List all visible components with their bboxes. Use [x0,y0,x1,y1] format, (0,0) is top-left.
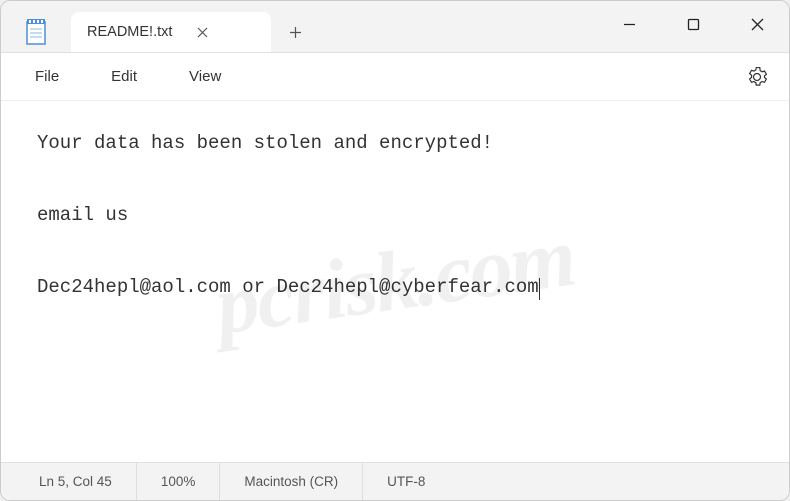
tabs-area: README!.txt [71,1,597,52]
statusbar: Ln 5, Col 45 100% Macintosh (CR) UTF-8 [1,462,789,500]
close-window-button[interactable] [725,1,789,47]
app-icon-container [1,1,71,52]
menu-view[interactable]: View [167,60,243,93]
tab-close-button[interactable] [192,22,212,42]
settings-button[interactable] [737,57,777,97]
status-position[interactable]: Ln 5, Col 45 [1,463,137,500]
menubar: File Edit View [1,53,789,101]
close-icon [751,18,764,31]
menu-edit[interactable]: Edit [89,60,159,93]
status-zoom[interactable]: 100% [137,463,221,500]
gear-icon [747,67,767,87]
notepad-app-icon [25,19,47,45]
content-line-2: email us [37,204,128,226]
minimize-icon [623,18,636,31]
content-line-3: Dec24hepl@aol.com or Dec24hepl@cyberfear… [37,276,539,298]
tab-title: README!.txt [87,24,172,40]
new-tab-button[interactable] [275,12,315,52]
close-icon [197,27,208,38]
menu-items: File Edit View [13,60,243,93]
maximize-button[interactable] [661,1,725,47]
status-lineending[interactable]: Macintosh (CR) [220,463,363,500]
window-controls [597,1,789,52]
notepad-window: README!.txt [0,0,790,501]
tab-active[interactable]: README!.txt [71,12,271,52]
content-line-1: Your data has been stolen and encrypted! [37,132,493,154]
text-editor[interactable]: Your data has been stolen and encrypted!… [1,101,789,462]
plus-icon [289,26,302,39]
menu-file[interactable]: File [13,60,81,93]
status-encoding[interactable]: UTF-8 [363,463,449,500]
minimize-button[interactable] [597,1,661,47]
maximize-icon [687,18,700,31]
titlebar: README!.txt [1,1,789,53]
text-cursor [539,278,540,300]
